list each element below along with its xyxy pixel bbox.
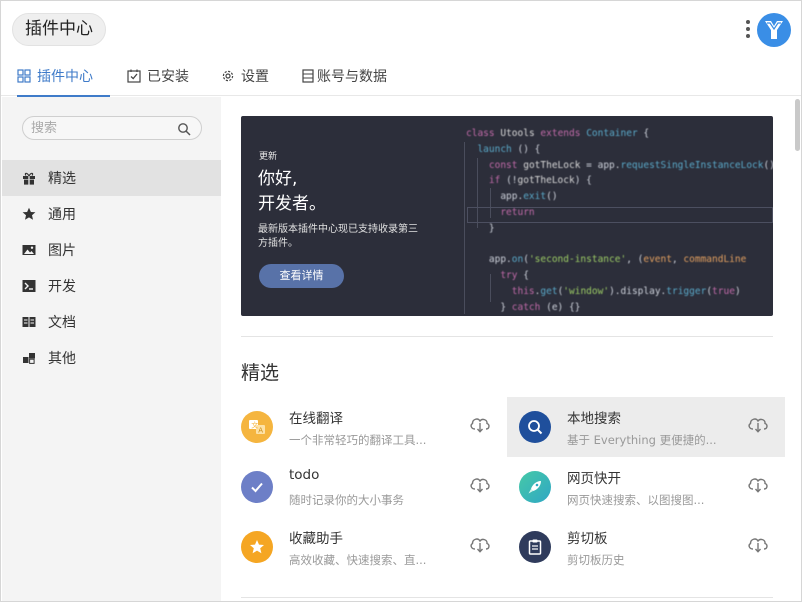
- database-icon: [302, 69, 314, 83]
- main-tabs: 插件中心 已安装 设置 账号与数据: [1, 56, 801, 97]
- translate-icon: 文 A: [241, 411, 273, 443]
- sidebar-item-label: 其他: [48, 351, 76, 367]
- banner-headline: 你好, 开发者。: [258, 167, 326, 217]
- sidebar-item-image[interactable]: 图片: [2, 232, 221, 268]
- sidebar-item-label: 图片: [48, 243, 76, 259]
- cloud-download-icon[interactable]: [747, 475, 769, 493]
- tab-plugin-center[interactable]: 插件中心: [17, 56, 110, 97]
- search-input[interactable]: [31, 120, 171, 137]
- grid-icon: [17, 69, 31, 83]
- plugin-card-favorites[interactable]: 收藏助手 高效收藏、快速搜索、直...: [229, 517, 507, 577]
- tab-settings[interactable]: 设置: [221, 56, 269, 96]
- svg-text:文: 文: [251, 421, 258, 430]
- main-content: class Utools extends Container { launch …: [221, 97, 801, 601]
- divider: [241, 336, 773, 337]
- cloud-download-icon[interactable]: [747, 535, 769, 553]
- plugin-desc: 随时记录你的大小事务: [289, 493, 404, 507]
- promo-banner[interactable]: class Utools extends Container { launch …: [241, 116, 773, 316]
- sidebar-item-label: 通用: [48, 207, 76, 223]
- search-box[interactable]: [22, 116, 202, 140]
- sidebar-item-featured[interactable]: 精选: [2, 160, 221, 196]
- banner-headline-line2: 开发者。: [258, 194, 326, 214]
- star-icon: [22, 207, 36, 220]
- terminal-icon: [22, 280, 36, 292]
- tab-label: 插件中心: [37, 69, 93, 85]
- plugin-card-clipboard[interactable]: 剪切板 剪切板历史: [507, 517, 785, 577]
- plugin-card-web-open[interactable]: 网页快开 网页快速搜索、以图搜图...: [507, 457, 785, 517]
- blocks-icon: [23, 353, 35, 364]
- sidebar-item-dev[interactable]: 开发: [2, 268, 221, 304]
- gift-icon: [23, 172, 35, 185]
- search-icon: [519, 411, 551, 443]
- view-details-button[interactable]: 查看详情: [259, 264, 344, 288]
- tab-label: 已安装: [147, 69, 189, 85]
- plugin-desc: 剪切板历史: [567, 553, 625, 567]
- plugin-desc: 一个非常轻巧的翻译工具...: [289, 433, 427, 447]
- cloud-download-icon[interactable]: [469, 535, 491, 553]
- more-menu-icon[interactable]: [745, 20, 751, 40]
- main-scrollbar[interactable]: [795, 99, 800, 151]
- plugin-card-todo[interactable]: todo 随时记录你的大小事务: [229, 457, 507, 517]
- book-icon: [22, 317, 36, 327]
- gear-icon: [222, 70, 234, 82]
- banner-tag: 更新: [259, 152, 278, 162]
- search-icon[interactable]: [177, 122, 191, 136]
- tab-label: 账号与数据: [317, 69, 387, 85]
- sidebar-item-label: 精选: [48, 171, 76, 187]
- plugin-name: 剪切板: [567, 531, 608, 547]
- checkbox-icon: [127, 69, 141, 83]
- plugin-name: 在线翻译: [289, 411, 343, 427]
- plugin-name: 本地搜索: [567, 411, 621, 427]
- code-snippet-background: class Utools extends Container { launch …: [466, 128, 773, 313]
- plugin-card-local-search[interactable]: 本地搜索 基于 Everything 更便捷的...: [507, 397, 785, 457]
- utools-logo-icon[interactable]: [756, 12, 792, 48]
- star-icon: [241, 531, 273, 563]
- plugin-desc: 网页快速搜索、以图搜图...: [567, 493, 705, 507]
- plugin-desc: 基于 Everything 更便捷的...: [567, 433, 717, 447]
- rocket-icon: [519, 471, 551, 503]
- sidebar-item-other[interactable]: 其他: [2, 340, 221, 376]
- tab-label: 设置: [241, 69, 269, 85]
- sidebar: 精选 通用 图片 开发 文档: [2, 97, 221, 601]
- cloud-download-icon[interactable]: [747, 415, 769, 433]
- banner-description: 最新版本插件中心现已支持收录第三方插件。: [258, 224, 418, 249]
- plugin-desc: 高效收藏、快速搜索、直...: [289, 553, 427, 567]
- cloud-download-icon[interactable]: [469, 475, 491, 493]
- check-icon: [241, 471, 273, 503]
- sidebar-item-docs[interactable]: 文档: [2, 304, 221, 340]
- image-icon: [22, 245, 36, 255]
- sidebar-item-label: 文档: [48, 315, 76, 331]
- divider: [241, 597, 773, 598]
- banner-headline-line1: 你好,: [258, 169, 298, 189]
- clipboard-icon: [519, 531, 551, 563]
- plugin-card-translate[interactable]: 文 A 在线翻译 一个非常轻巧的翻译工具...: [229, 397, 507, 457]
- cloud-download-icon[interactable]: [469, 415, 491, 433]
- section-title: 精选: [241, 362, 280, 384]
- plugin-name: 收藏助手: [289, 531, 343, 547]
- page-title: 插件中心: [12, 13, 106, 46]
- sidebar-item-label: 开发: [48, 279, 76, 295]
- plugin-name: todo: [289, 467, 320, 483]
- sidebar-item-general[interactable]: 通用: [2, 196, 221, 232]
- plugin-name: 网页快开: [567, 471, 621, 487]
- tab-installed[interactable]: 已安装: [127, 56, 189, 96]
- svg-text:A: A: [258, 427, 263, 435]
- tab-account-data[interactable]: 账号与数据: [301, 56, 387, 96]
